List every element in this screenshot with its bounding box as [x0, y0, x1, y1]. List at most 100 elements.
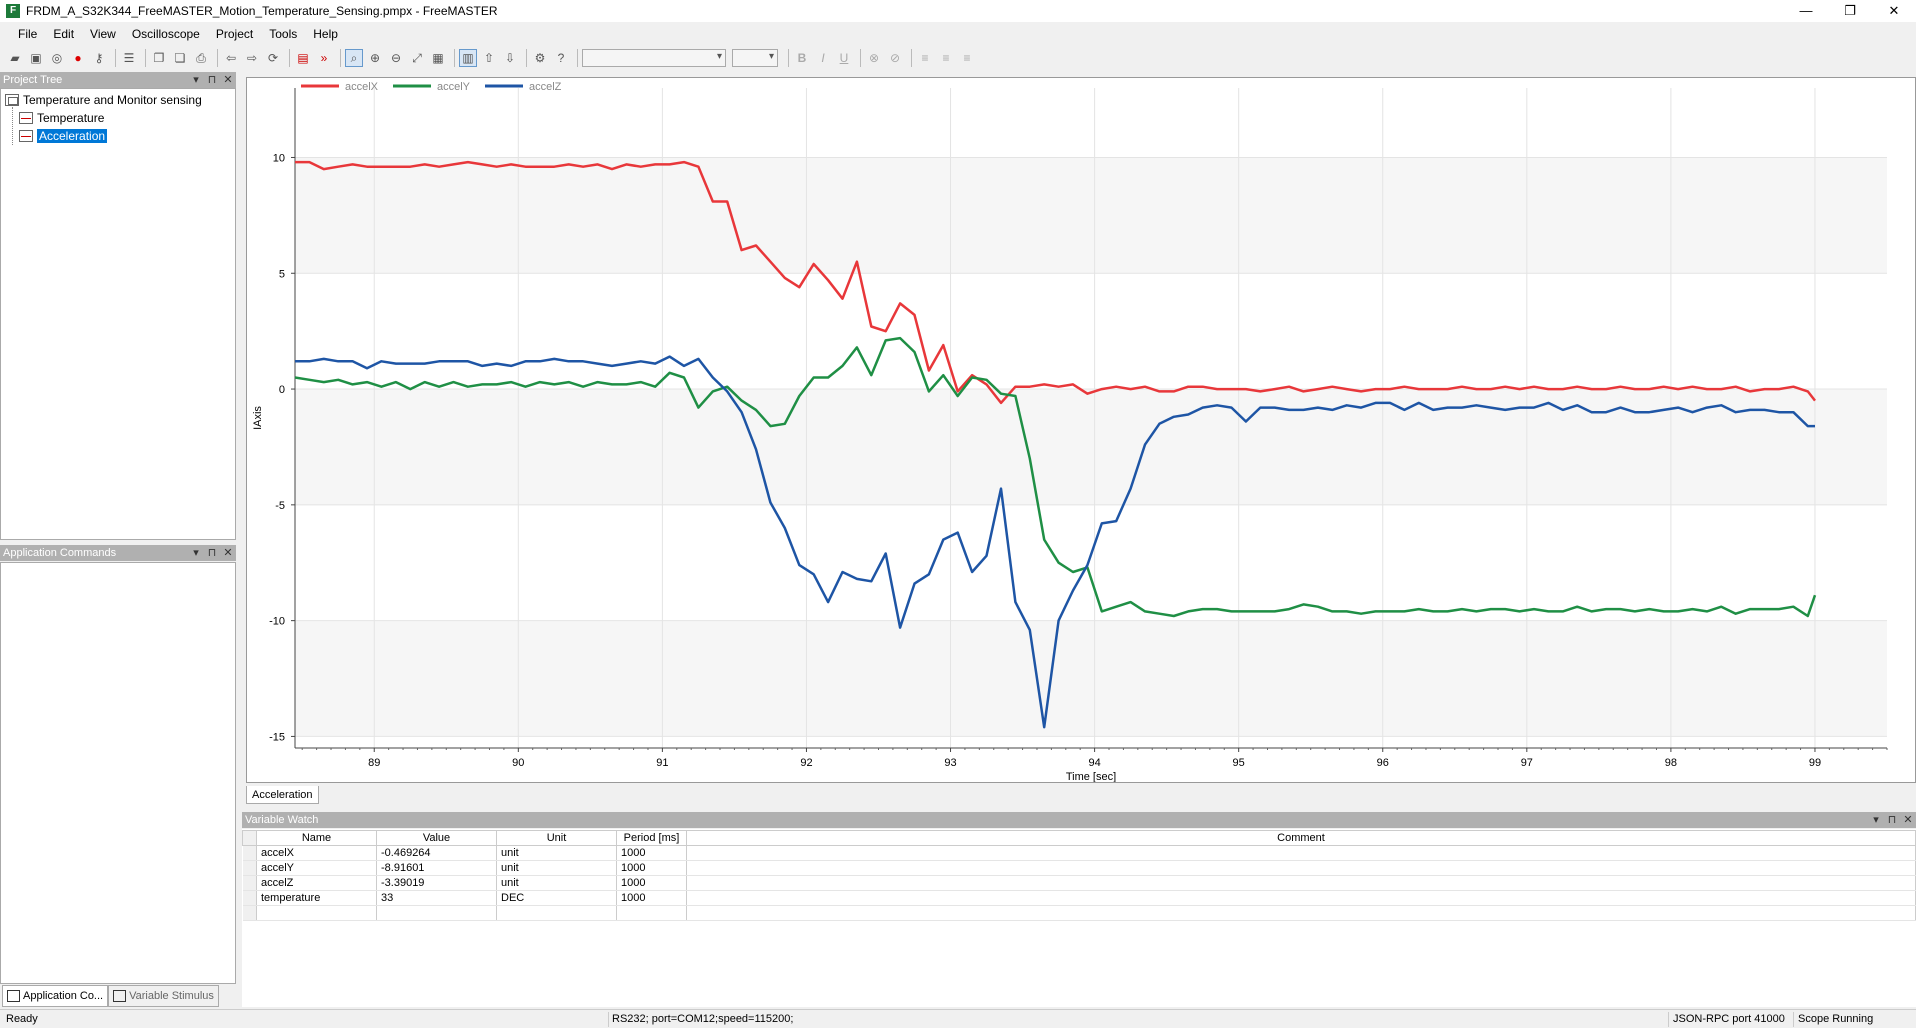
zoom-in-icon[interactable]: ⊕	[366, 49, 384, 67]
pin-icon[interactable]: ⊓	[1884, 812, 1900, 828]
row-header[interactable]	[242, 875, 257, 891]
close-icon[interactable]: ✕	[1900, 812, 1916, 828]
grid-icon[interactable]: ▥	[459, 49, 477, 67]
tree-item-temperature[interactable]: Temperature	[19, 111, 104, 125]
align-left-icon[interactable]: ≡	[916, 49, 934, 67]
menu-file[interactable]: File	[10, 27, 45, 41]
tab-application-commands[interactable]: Application Co...	[2, 985, 109, 1007]
options-icon[interactable]: ⚙	[531, 49, 549, 67]
zoom-fit-icon[interactable]: ⤢	[408, 49, 426, 67]
cell-value[interactable]: -0.469264	[376, 845, 497, 861]
application-commands-header: Application Commands ▾ ⊓ ✕	[0, 545, 236, 561]
help-icon[interactable]: ?	[552, 49, 570, 67]
up-icon[interactable]: ⇧	[480, 49, 498, 67]
menu-oscilloscope[interactable]: Oscilloscope	[124, 27, 208, 41]
unlink-icon[interactable]: ⊘	[886, 49, 904, 67]
cell-value[interactable]: -3.39019	[376, 875, 497, 891]
align-right-icon[interactable]: ≡	[958, 49, 976, 67]
forward-icon[interactable]: ⇨	[243, 49, 261, 67]
connection-status: RS232; port=COM12;speed=115200;	[612, 1013, 794, 1025]
stop-icon[interactable]: ●	[69, 49, 87, 67]
legend-label: accelY	[437, 81, 471, 93]
tree-root[interactable]: Temperature and Monitor sensing	[5, 93, 202, 107]
font-name-combo[interactable]	[582, 49, 726, 67]
print-icon[interactable]: ⎙	[192, 49, 210, 67]
y-tick-label: -5	[275, 500, 285, 512]
row-header[interactable]	[242, 845, 257, 861]
pin-icon[interactable]: ⊓	[204, 545, 220, 561]
zoom-out-icon[interactable]: ⊖	[387, 49, 405, 67]
table-row[interactable]: accelX -0.469264 unit 1000	[242, 845, 1916, 861]
menu-project[interactable]: Project	[208, 27, 261, 41]
cell-period: 1000	[616, 860, 687, 876]
cell-value[interactable]: 33	[376, 890, 497, 906]
column-header[interactable]: Value	[376, 830, 497, 846]
back-icon[interactable]: ⇦	[222, 49, 240, 67]
table-row[interactable]: temperature 33 DEC 1000	[242, 890, 1916, 906]
underline-icon[interactable]: U	[835, 49, 853, 67]
dropdown-icon[interactable]: ▾	[188, 72, 204, 88]
menu-view[interactable]: View	[82, 27, 124, 41]
double-arrow-icon[interactable]: »	[315, 49, 333, 67]
column-header[interactable]: Comment	[686, 830, 1916, 846]
paste-icon[interactable]: ❏	[171, 49, 189, 67]
maximize-button[interactable]: ❐	[1828, 0, 1872, 22]
dropdown-icon[interactable]: ▾	[1868, 812, 1884, 828]
cell-comment	[686, 890, 1916, 906]
italic-icon[interactable]: I	[814, 49, 832, 67]
cell-period	[616, 905, 687, 921]
status-bar: Ready RS232; port=COM12;speed=115200; JS…	[0, 1009, 1916, 1028]
table-row[interactable]: accelY -8.91601 unit 1000	[242, 860, 1916, 876]
close-icon[interactable]: ✕	[220, 72, 236, 88]
refresh-icon[interactable]: ⟳	[264, 49, 282, 67]
record-icon[interactable]: ▤	[294, 49, 312, 67]
close-button[interactable]: ✕	[1872, 0, 1916, 22]
list-icon[interactable]: ☰	[120, 49, 138, 67]
tab-acceleration[interactable]: Acceleration	[246, 786, 319, 804]
bold-icon[interactable]: B	[793, 49, 811, 67]
tree-item-acceleration[interactable]: Acceleration	[19, 129, 108, 143]
cell-name: temperature	[256, 890, 377, 906]
menu-tools[interactable]: Tools	[261, 27, 305, 41]
table-row[interactable]: accelZ -3.39019 unit 1000	[242, 875, 1916, 891]
y-tick-label: -15	[269, 731, 285, 743]
zoom-icon[interactable]: ⌕	[345, 49, 363, 67]
title-bar: F FRDM_A_S32K344_FreeMASTER_Motion_Tempe…	[0, 0, 1916, 22]
x-tick-label: 93	[944, 757, 956, 769]
camera-icon[interactable]: ▦	[429, 49, 447, 67]
tree-item-label: Acceleration	[37, 129, 108, 143]
dropdown-icon[interactable]: ▾	[188, 545, 204, 561]
column-header[interactable]: Period [ms]	[616, 830, 687, 846]
tab-variable-stimulus[interactable]: Variable Stimulus	[108, 985, 219, 1007]
key-icon[interactable]: ⚷	[90, 49, 108, 67]
menu-edit[interactable]: Edit	[45, 27, 82, 41]
close-icon[interactable]: ✕	[220, 545, 236, 561]
link-icon[interactable]: ⊗	[865, 49, 883, 67]
column-header[interactable]: Unit	[496, 830, 617, 846]
cell-unit: unit	[496, 845, 617, 861]
row-header[interactable]	[242, 860, 257, 876]
row-header[interactable]	[242, 890, 257, 906]
down-icon[interactable]: ⇩	[501, 49, 519, 67]
menu-help[interactable]: Help	[305, 27, 346, 41]
x-tick-label: 90	[512, 757, 524, 769]
cell-unit: DEC	[496, 890, 617, 906]
copy-icon[interactable]: ❐	[150, 49, 168, 67]
open-folder-icon[interactable]: ▰	[6, 49, 24, 67]
table-row-empty[interactable]	[242, 905, 1916, 921]
minimize-button[interactable]: —	[1784, 0, 1828, 22]
align-center-icon[interactable]: ≡	[937, 49, 955, 67]
window-title: FRDM_A_S32K344_FreeMASTER_Motion_Tempera…	[26, 4, 498, 18]
column-header[interactable]: Name	[256, 830, 377, 846]
save-icon[interactable]: ▣	[27, 49, 45, 67]
tab-label: Application Co...	[23, 990, 104, 1002]
disk-icon[interactable]: ◎	[48, 49, 66, 67]
status-separator	[1793, 1012, 1794, 1027]
cell-value[interactable]: -8.91601	[376, 860, 497, 876]
oscilloscope-chart[interactable]: 89 90 91 92 93 94 95 96 97 98 99 10 5 0 -5 -10 -15 Time […	[246, 77, 1916, 783]
row-header[interactable]	[242, 905, 257, 921]
oscilloscope-icon	[19, 130, 33, 142]
variable-watch-title: Variable Watch	[245, 814, 319, 826]
font-size-combo[interactable]	[732, 49, 778, 67]
pin-icon[interactable]: ⊓	[204, 72, 220, 88]
